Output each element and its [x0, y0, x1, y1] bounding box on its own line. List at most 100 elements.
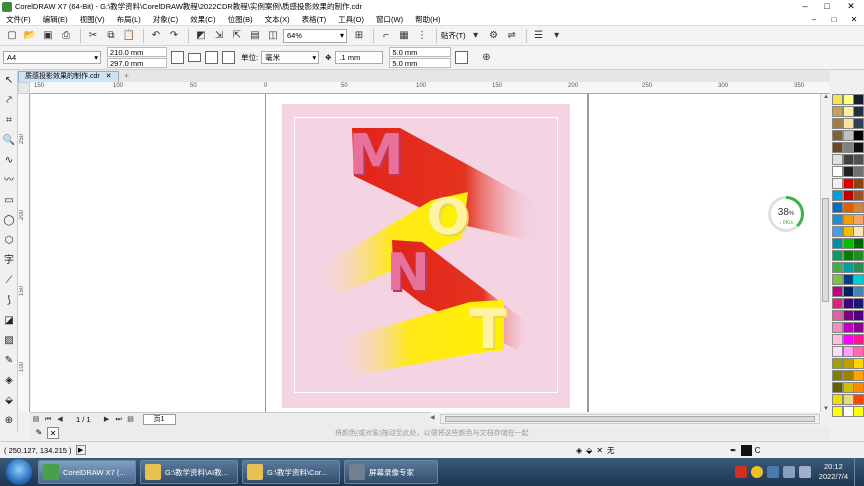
color-swatch[interactable]: [832, 94, 843, 105]
doc-restore-button[interactable]: □: [824, 15, 844, 24]
application-launcher-icon[interactable]: ◫: [265, 28, 281, 44]
outline-indicator[interactable]: ✒ C: [730, 445, 760, 456]
taskbar-item-coreldraw[interactable]: CorelDRAW X7 (...: [38, 460, 136, 484]
show-grid-icon[interactable]: ▦: [396, 28, 412, 44]
search-content-icon[interactable]: ◩: [193, 28, 209, 44]
maximize-button[interactable]: □: [816, 0, 838, 13]
color-swatch[interactable]: [842, 286, 854, 297]
paste-icon[interactable]: 📋: [121, 28, 137, 44]
add-tool-icon[interactable]: ⊕: [1, 413, 17, 429]
portrait-orientation-icon[interactable]: [171, 51, 184, 64]
color-swatch[interactable]: [842, 118, 854, 129]
vertical-scrollbar[interactable]: ▲ ▼: [820, 94, 830, 412]
color-swatch[interactable]: [853, 250, 864, 261]
color-swatch[interactable]: [842, 262, 854, 273]
color-swatch[interactable]: [842, 406, 854, 417]
color-swatch[interactable]: [853, 370, 864, 381]
color-swatch[interactable]: [853, 394, 864, 405]
menu-effects[interactable]: 效果(C): [184, 14, 221, 25]
close-tab-icon[interactable]: ✕: [106, 73, 112, 80]
interactive-fill-tool-icon[interactable]: ◈: [1, 373, 17, 389]
menu-view[interactable]: 视图(V): [74, 14, 111, 25]
add-preset-icon[interactable]: ⊕: [478, 50, 494, 66]
color-swatch[interactable]: [853, 262, 864, 273]
print-icon[interactable]: ⎙: [58, 28, 74, 44]
minimize-button[interactable]: –: [794, 0, 816, 13]
color-swatch[interactable]: [853, 154, 864, 165]
ime-icon[interactable]: [734, 466, 747, 478]
open-folder-icon[interactable]: 📂: [22, 28, 38, 44]
color-swatch[interactable]: [832, 130, 843, 141]
color-swatch[interactable]: [853, 142, 864, 153]
volume-icon[interactable]: [798, 466, 811, 478]
color-swatch[interactable]: [853, 322, 864, 333]
page-width-input[interactable]: 210.0 mm: [107, 47, 167, 57]
menu-layout[interactable]: 布局(L): [111, 14, 147, 25]
horizontal-ruler[interactable]: 150 100 50 0 50 100 150 200 250 300 350: [30, 82, 830, 94]
duplicate-x-input[interactable]: 5.0 mm: [389, 47, 452, 57]
scroll-left-icon[interactable]: ◀: [430, 414, 440, 421]
color-swatch[interactable]: [832, 394, 843, 405]
drop-shadow-tool-icon[interactable]: ◪: [1, 313, 17, 329]
color-swatch[interactable]: [842, 382, 854, 393]
color-swatch[interactable]: [842, 310, 854, 321]
landscape-orientation-icon[interactable]: [188, 53, 201, 62]
new-document-icon[interactable]: ▢: [4, 28, 20, 44]
color-swatch[interactable]: [832, 370, 843, 381]
color-swatch[interactable]: [842, 346, 854, 357]
color-swatch[interactable]: [842, 394, 854, 405]
color-swatch[interactable]: [832, 166, 843, 177]
page-size-select[interactable]: A4: [3, 51, 101, 64]
play-icon[interactable]: ▶: [75, 445, 86, 455]
keyboard-icon[interactable]: [766, 466, 779, 478]
color-swatch[interactable]: [842, 166, 854, 177]
color-swatch[interactable]: [842, 334, 854, 345]
menu-window[interactable]: 窗口(W): [370, 14, 409, 25]
color-swatch[interactable]: [853, 406, 864, 417]
scroll-down-icon[interactable]: ▼: [821, 406, 831, 412]
document-tab[interactable]: 质感投影效果的制作.cdr ✕: [18, 71, 119, 82]
horizontal-scroll-thumb[interactable]: [445, 416, 815, 422]
taskbar-item-explorer-ai[interactable]: G:\教学资料\AI教...: [140, 460, 238, 484]
page-height-input[interactable]: 297.0 mm: [107, 58, 167, 68]
color-swatch[interactable]: [832, 154, 843, 165]
color-swatch[interactable]: [853, 190, 864, 201]
snap-to-dropdown[interactable]: 贴齐(T): [441, 30, 466, 41]
text-tool-icon[interactable]: 字: [1, 253, 17, 269]
redo-icon[interactable]: ↷: [166, 28, 182, 44]
horizontal-scrollbar[interactable]: [440, 414, 820, 424]
color-swatch[interactable]: [853, 130, 864, 141]
import-icon[interactable]: ⇲: [211, 28, 227, 44]
show-rulers-icon[interactable]: ⌐: [378, 28, 394, 44]
color-swatch[interactable]: [853, 298, 864, 309]
color-swatch[interactable]: [853, 310, 864, 321]
color-swatch[interactable]: [832, 178, 843, 189]
color-swatch[interactable]: [832, 346, 843, 357]
color-swatch[interactable]: [853, 346, 864, 357]
chevron-down-icon[interactable]: ▾: [468, 28, 484, 44]
options-gear-icon[interactable]: ⚙: [486, 28, 502, 44]
page-options-icon[interactable]: ▤: [31, 415, 41, 425]
zoom-tool-icon[interactable]: 🔍: [1, 133, 17, 149]
color-swatch[interactable]: [853, 202, 864, 213]
color-swatch[interactable]: [853, 226, 864, 237]
show-guidelines-icon[interactable]: ⋮: [414, 28, 430, 44]
color-swatch[interactable]: [842, 274, 854, 285]
duplicate-y-input[interactable]: 5.0 mm: [389, 58, 452, 68]
color-swatch[interactable]: [832, 286, 843, 297]
menu-table[interactable]: 表格(T): [296, 14, 333, 25]
crop-tool-icon[interactable]: ⌗: [1, 113, 17, 129]
menu-help[interactable]: 帮助(H): [409, 14, 446, 25]
color-swatch[interactable]: [832, 262, 843, 273]
polygon-tool-icon[interactable]: ⬡: [1, 233, 17, 249]
show-desktop-button[interactable]: [854, 458, 864, 486]
menu-file[interactable]: 文件(F): [0, 14, 37, 25]
color-swatch[interactable]: [853, 358, 864, 369]
color-swatch[interactable]: [842, 214, 854, 225]
network-speed-widget[interactable]: 38% ↓ 0K/s: [768, 196, 804, 232]
vertical-ruler[interactable]: 250 200 150 100: [18, 94, 30, 412]
zoom-level-select[interactable]: 64%: [283, 28, 347, 43]
drawing-canvas[interactable]: M M O O N N T T 38% ↓ 0K/s: [31, 94, 820, 412]
color-swatch[interactable]: [832, 226, 843, 237]
copy-icon[interactable]: ⧉: [103, 28, 119, 44]
